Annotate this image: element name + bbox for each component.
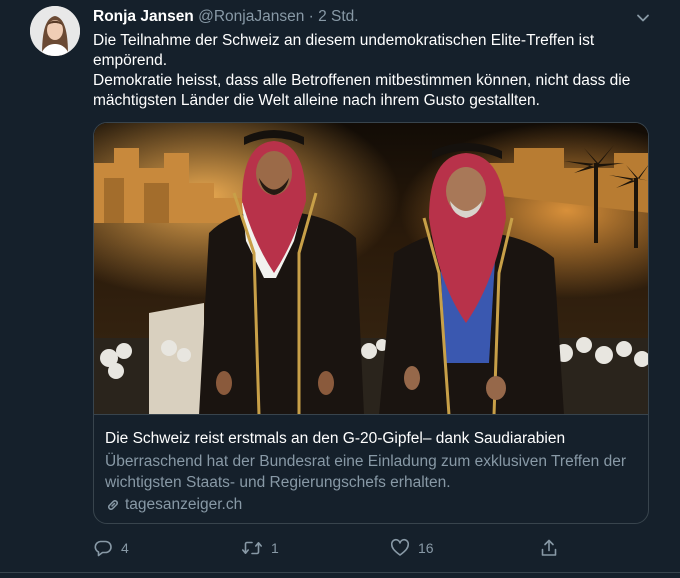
tweet-divider (0, 572, 680, 573)
link-card[interactable]: Die Schweiz reist erstmals an den G-20-G… (93, 122, 649, 524)
like-button[interactable]: 16 (390, 538, 434, 558)
reply-count: 4 (121, 540, 129, 556)
tweet-text-line-1: Die Teilnahme der Schweiz an diesem unde… (93, 32, 595, 69)
link-icon (108, 500, 118, 510)
share-button[interactable] (539, 538, 559, 558)
tweet[interactable]: Ronja Jansen @RonjaJansen · 2 Std. Die T… (0, 0, 680, 578)
chevron-down-icon[interactable] (633, 8, 653, 28)
retweet-count: 1 (271, 540, 279, 556)
tweet-text-line-2: Demokratie heisst, dass alle Betroffenen… (93, 72, 631, 109)
card-divider (94, 414, 648, 415)
timestamp[interactable]: 2 Std. (318, 8, 359, 25)
card-image[interactable] (94, 123, 648, 416)
card-description: Überraschend hat der Bundesrat eine Einl… (105, 453, 626, 491)
action-bar: 4 1 16 (0, 538, 680, 560)
like-count: 16 (418, 540, 434, 556)
author-name[interactable]: Ronja Jansen (93, 8, 194, 25)
avatar[interactable] (30, 6, 80, 56)
tweet-header: Ronja Jansen @RonjaJansen · 2 Std. (93, 7, 359, 27)
share-icon (541, 539, 557, 556)
tweet-text: Die Teilnahme der Schweiz an diesem unde… (93, 31, 653, 111)
separator-dot: · (308, 8, 314, 25)
heart-icon (390, 538, 410, 556)
card-domain: tagesanzeiger.ch (105, 495, 242, 515)
reply-icon (94, 540, 112, 557)
card-title[interactable]: Die Schweiz reist erstmals an den G-20-G… (105, 429, 635, 449)
retweet-button[interactable]: 1 (241, 538, 279, 558)
author-handle[interactable]: @RonjaJansen (198, 8, 304, 25)
reply-button[interactable]: 4 (93, 538, 129, 558)
retweet-icon (242, 541, 262, 555)
card-domain-text: tagesanzeiger.ch (125, 496, 243, 513)
